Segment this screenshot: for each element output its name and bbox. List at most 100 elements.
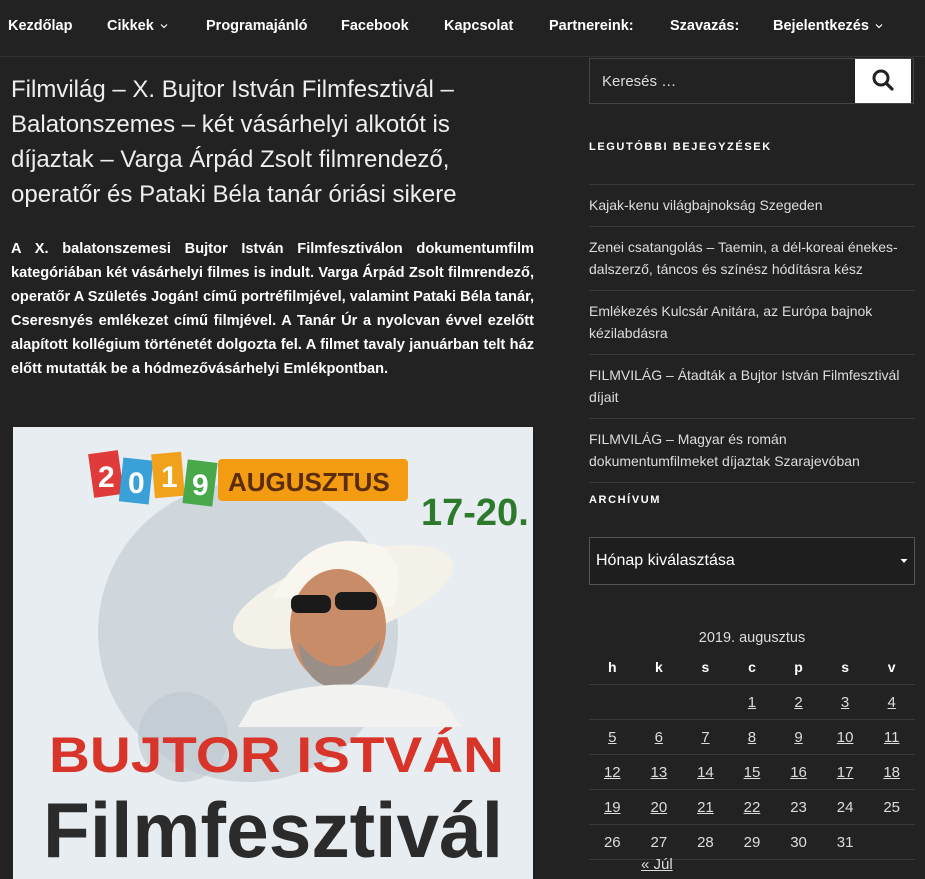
- chevron-down-icon: [875, 22, 883, 30]
- nav-item-partnereink[interactable]: Partnereink:: [549, 18, 634, 34]
- calendar-day-link[interactable]: 21: [697, 799, 714, 816]
- calendar-day-cell: [635, 684, 683, 720]
- calendar-day-cell: 2: [775, 684, 822, 720]
- calendar-day-cell: 25: [868, 789, 915, 825]
- nav-item-kezdolap[interactable]: Kezdőlap: [8, 18, 72, 34]
- poster-graphic: 2 0 1 9 AUGUSZTUS 17-20. BUJTOR ISTVÁN F…: [13, 427, 533, 879]
- nav-item-bejelentkezes[interactable]: Bejelentkezés: [773, 18, 883, 34]
- list-item: FILMVILÁG – Átadták a Bujtor István Film…: [589, 355, 915, 419]
- calendar-day-cell: [682, 684, 729, 720]
- calendar-day-link[interactable]: 4: [888, 694, 896, 711]
- archive-month-select[interactable]: Hónap kiválasztása: [589, 537, 915, 585]
- calendar-weekday: p: [775, 650, 822, 685]
- calendar-day-link[interactable]: 3: [841, 694, 849, 711]
- calendar-day-cell: 1: [728, 684, 776, 720]
- nav-item-label: Bejelentkezés: [773, 18, 869, 34]
- article-lead: A X. balatonszemesi Bujtor István Filmfe…: [11, 241, 534, 377]
- calendar-day-link[interactable]: 22: [744, 799, 761, 816]
- calendar-weekday: c: [728, 650, 776, 685]
- calendar-day-cell: 9: [775, 719, 822, 755]
- calendar-day-cell: [589, 684, 636, 720]
- calendar-day-link[interactable]: 15: [744, 764, 761, 781]
- recent-post-link[interactable]: FILMVILÁG – Átadták a Bujtor István Film…: [589, 367, 899, 405]
- poster-name: BUJTOR ISTVÁN: [49, 727, 504, 783]
- calendar-table: hkscpsv 1 2 3 4 5 6 7 8 9 10 11 12 13 14 15 16 17 18 19 20 2…: [589, 650, 915, 860]
- calendar-day-cell: 4: [868, 684, 915, 720]
- calendar-week-row: 26 27 28 29 30 31: [589, 824, 915, 860]
- calendar-day-cell: 16: [775, 754, 822, 790]
- nav-item-szavazas[interactable]: Szavazás:: [670, 18, 739, 34]
- list-item: Emlékezés Kulcsár Anitára, az Európa baj…: [589, 291, 915, 355]
- nav-item-kapcsolat[interactable]: Kapcsolat: [444, 18, 513, 34]
- calendar-prev-month-link[interactable]: « Júl: [641, 856, 673, 873]
- chevron-down-icon: [160, 22, 168, 30]
- nav-item-label: Partnereink:: [549, 18, 634, 34]
- calendar-day-link[interactable]: 9: [794, 729, 802, 746]
- recent-post-link[interactable]: Emlékezés Kulcsár Anitára, az Európa baj…: [589, 303, 872, 341]
- poster-sunglasses-right: [335, 592, 377, 610]
- calendar-day-cell: 30: [775, 824, 822, 860]
- calendar-day-cell: 3: [821, 684, 869, 720]
- calendar-day-link[interactable]: 11: [884, 729, 900, 746]
- calendar-day-cell: 23: [775, 789, 822, 825]
- article-title: Filmvilág – X. Bujtor István Filmfesztiv…: [11, 76, 457, 208]
- calendar-weekday: k: [635, 650, 683, 685]
- dropdown-arrow-icon: [900, 552, 908, 570]
- nav-item-label: Programajánló: [206, 18, 308, 34]
- calendar-day-link[interactable]: 17: [837, 764, 854, 781]
- search-input[interactable]: [590, 59, 856, 103]
- poster-days: 17-20.: [421, 492, 529, 534]
- calendar-day-link[interactable]: 19: [604, 799, 621, 816]
- nav-item-cikkek[interactable]: Cikkek: [107, 18, 168, 34]
- calendar-day-cell: 31: [821, 824, 869, 860]
- calendar-day-link[interactable]: 2: [794, 694, 802, 711]
- calendar-day-cell: 29: [728, 824, 776, 860]
- nav-item-label: Kezdőlap: [8, 18, 73, 34]
- calendar-day-link[interactable]: 8: [748, 729, 756, 746]
- calendar-day-link[interactable]: 16: [790, 764, 807, 781]
- calendar-day-cell: 14: [682, 754, 729, 790]
- recent-posts-list: Kajak-kenu világbajnokság Szegeden Zenei…: [589, 184, 915, 483]
- calendar-day-link[interactable]: 10: [837, 729, 854, 746]
- calendar-day-link[interactable]: 18: [883, 764, 900, 781]
- calendar-day-link[interactable]: 5: [608, 729, 616, 746]
- festival-poster-image: 2 0 1 9 AUGUSZTUS 17-20. BUJTOR ISTVÁN F…: [13, 427, 533, 879]
- calendar-day-link[interactable]: 14: [697, 764, 714, 781]
- top-navigation: Kezdőlap Cikkek Programajánló Facebook K…: [0, 0, 925, 57]
- calendar-day-cell: 13: [635, 754, 683, 790]
- calendar-day-cell: 11: [868, 719, 915, 755]
- calendar-day-cell: 5: [589, 719, 636, 755]
- calendar-week-row: 19 20 21 22 23 24 25: [589, 789, 915, 825]
- nav-item-facebook[interactable]: Facebook: [341, 18, 409, 34]
- poster-sunglasses-left: [291, 595, 331, 613]
- calendar-day-cell: 19: [589, 789, 636, 825]
- search-icon: [872, 69, 894, 94]
- recent-post-link[interactable]: FILMVILÁG – Magyar és román dokumentumfi…: [589, 431, 860, 469]
- archive-select-value: Hónap kiválasztása: [596, 552, 735, 569]
- recent-post-link[interactable]: Kajak-kenu világbajnokság Szegeden: [589, 197, 823, 213]
- calendar-weekday: s: [682, 650, 729, 685]
- calendar-weekday: v: [868, 650, 915, 685]
- calendar-day-cell: 24: [821, 789, 869, 825]
- calendar-header-row: hkscpsv: [589, 650, 915, 685]
- nav-item-programajanlo[interactable]: Programajánló: [206, 18, 308, 34]
- poster-year-digit: 0: [128, 467, 145, 500]
- poster-year-digit: 1: [161, 461, 178, 494]
- calendar-day-cell: [868, 824, 915, 860]
- calendar-day-cell: 10: [821, 719, 869, 755]
- nav-item-label: Szavazás:: [670, 18, 740, 34]
- calendar-day-link[interactable]: 6: [655, 729, 663, 746]
- article: Filmvilág – X. Bujtor István Filmfesztiv…: [11, 72, 534, 377]
- recent-post-link[interactable]: Zenei csatangolás – Taemin, a dél-koreai…: [589, 239, 898, 277]
- calendar-day-link[interactable]: 13: [651, 764, 668, 781]
- nav-item-label: Cikkek: [107, 18, 154, 34]
- calendar-day-cell: 18: [868, 754, 915, 790]
- calendar-day-link[interactable]: 7: [701, 729, 709, 746]
- calendar-day-link[interactable]: 20: [651, 799, 668, 816]
- calendar-day-link[interactable]: 1: [748, 694, 756, 711]
- list-item: FILMVILÁG – Magyar és román dokumentumfi…: [589, 419, 915, 483]
- poster-year-digit: 2: [98, 461, 115, 494]
- calendar-day-link[interactable]: 12: [604, 764, 621, 781]
- calendar-day-cell: 26: [589, 824, 636, 860]
- search-button[interactable]: [855, 59, 911, 103]
